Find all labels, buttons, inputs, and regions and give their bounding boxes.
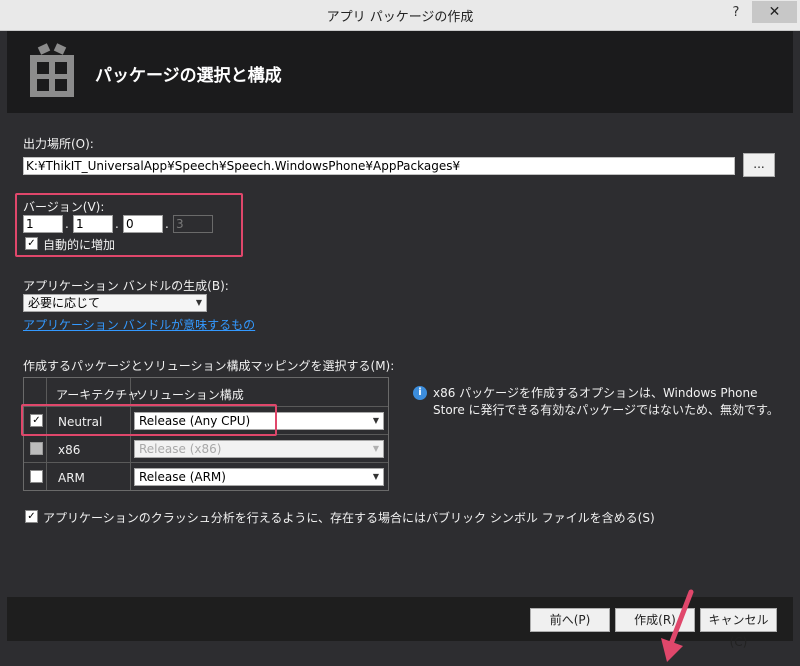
- column-header-solution-config: ソリューション構成: [136, 388, 244, 402]
- output-location-label: 出力場所(O):: [23, 137, 94, 151]
- row-x86-config-value: Release (x86): [139, 442, 222, 456]
- bundle-select[interactable]: 必要に応じて ▼: [23, 294, 207, 312]
- dialog-body: パッケージの選択と構成 出力場所(O): K:¥ThikIT_Universal…: [7, 31, 793, 662]
- version-minor-input[interactable]: 1: [73, 215, 113, 233]
- row-x86-arch: x86: [58, 443, 81, 457]
- chevron-down-icon: ▼: [372, 472, 379, 481]
- row-x86-config-select: Release (x86) ▼: [134, 440, 384, 458]
- version-label: バージョン(V):: [23, 200, 105, 214]
- bundle-selected-value: 必要に応じて: [28, 296, 101, 310]
- row-arm-config-value: Release (ARM): [139, 470, 226, 484]
- annotation-arrow-icon: [661, 589, 694, 662]
- dialog-header: パッケージの選択と構成: [7, 31, 793, 113]
- row-x86-checkbox: [30, 442, 43, 455]
- bundle-info-link[interactable]: アプリケーション バンドルが意味するもの: [23, 316, 255, 333]
- title-bar: アプリ パッケージの作成 ? ✕: [0, 0, 800, 31]
- version-separator: .: [65, 217, 69, 231]
- auto-increment-label: 自動的に増加: [43, 238, 116, 252]
- row-arm-arch: ARM: [58, 471, 85, 485]
- version-separator: .: [115, 217, 119, 231]
- cancel-button[interactable]: キャンセル(C): [700, 608, 777, 649]
- close-button[interactable]: ✕: [752, 1, 797, 23]
- browse-button[interactable]: ...: [743, 153, 775, 177]
- chevron-down-icon: ▼: [195, 298, 202, 307]
- info-icon: i: [413, 386, 427, 400]
- public-symbols-checkbox[interactable]: ✓: [25, 510, 38, 523]
- window-title: アプリ パッケージの作成: [326, 10, 474, 25]
- mapping-label: 作成するパッケージとソリューション構成マッピングを選択する(M):: [23, 359, 395, 373]
- output-location-input[interactable]: K:¥ThikIT_UniversalApp¥Speech¥Speech.Win…: [23, 157, 735, 175]
- version-build-input[interactable]: 0: [123, 215, 163, 233]
- help-button[interactable]: ?: [728, 5, 744, 21]
- column-header-architecture: アーキテクチャ: [56, 388, 140, 402]
- info-message: x86 パッケージを作成するオプションは、Windows Phone Store…: [433, 386, 779, 417]
- version-major-input[interactable]: 1: [23, 215, 63, 233]
- chevron-down-icon: ▼: [372, 416, 379, 425]
- chevron-down-icon: ▼: [372, 444, 379, 453]
- row-arm-checkbox[interactable]: [30, 470, 43, 483]
- version-revision-input: 3: [173, 215, 213, 233]
- gift-icon: [30, 43, 74, 97]
- row-arm-config-select[interactable]: Release (ARM) ▼: [134, 468, 384, 486]
- page-title: パッケージの選択と構成: [95, 66, 282, 86]
- previous-button[interactable]: 前へ(P): [530, 608, 610, 632]
- neutral-row-highlight: [21, 404, 277, 436]
- public-symbols-label: アプリケーションのクラッシュ分析を行えるように、存在する場合にはパブリック シン…: [43, 511, 655, 525]
- bundle-label: アプリケーション バンドルの生成(B):: [23, 279, 229, 293]
- version-separator: .: [165, 217, 169, 231]
- auto-increment-checkbox[interactable]: ✓: [25, 237, 38, 250]
